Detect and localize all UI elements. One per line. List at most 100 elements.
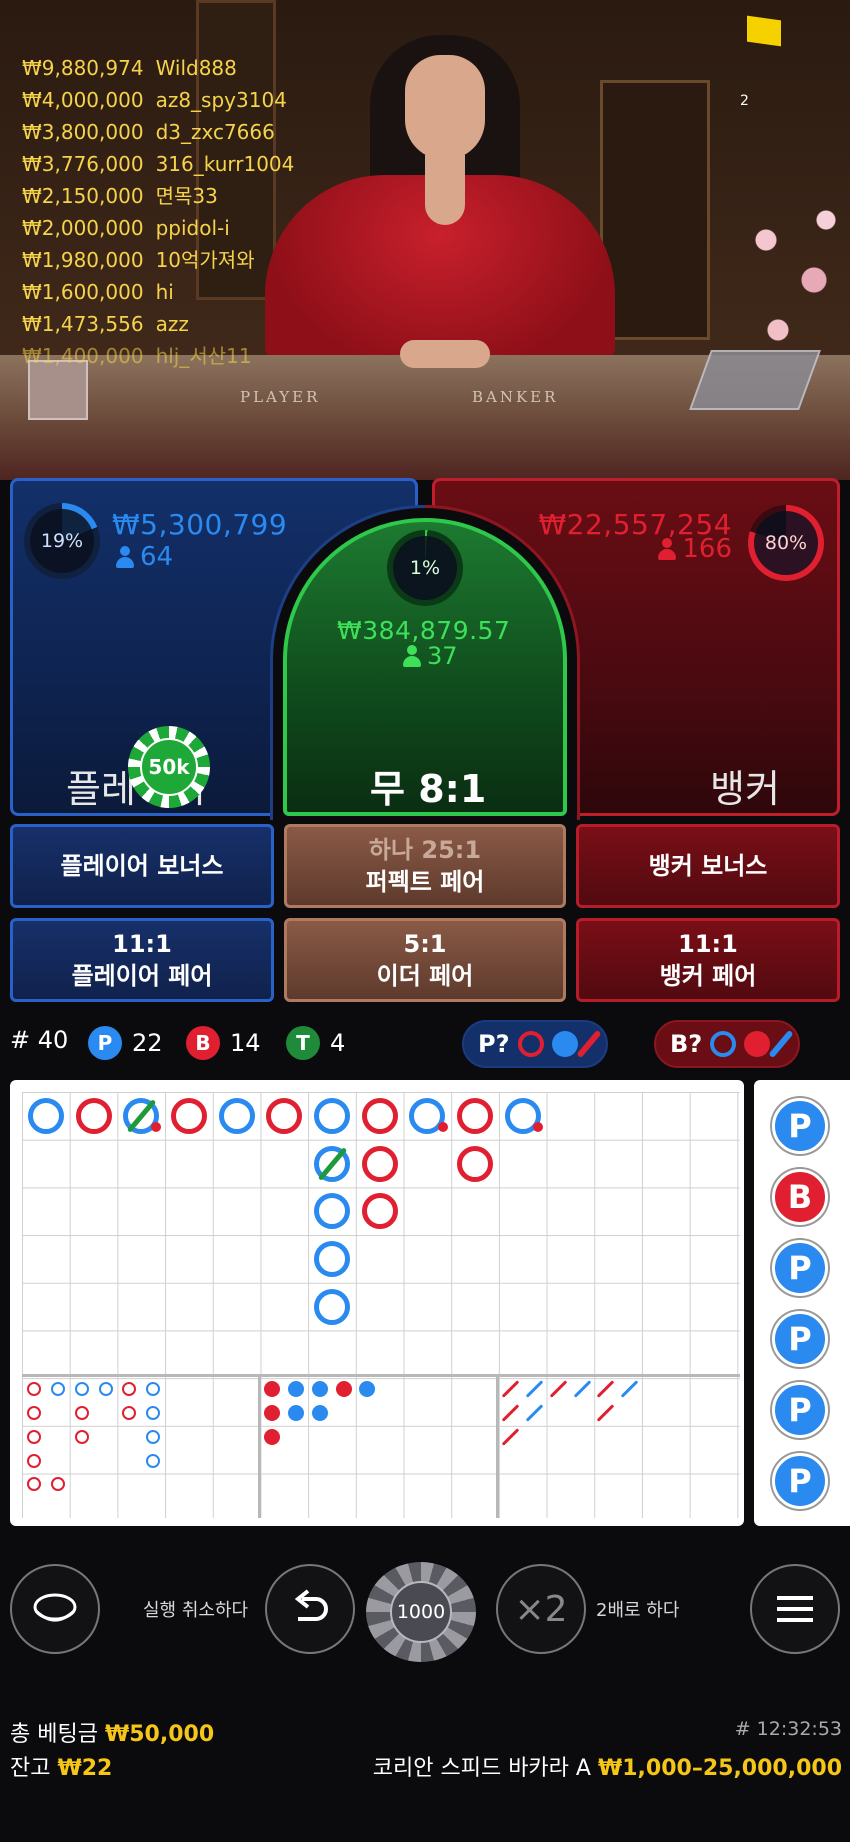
dealer-hands <box>400 340 490 368</box>
ticker-row: ₩1,980,000 10억가져와 <box>22 244 294 276</box>
bead-player: P <box>772 1382 828 1438</box>
big-eye-ring-icon <box>710 1031 737 1057</box>
player-pair-odds: 11:1 <box>112 930 172 958</box>
ticker-user: hlj_서산11 <box>155 344 252 368</box>
small-road-mark <box>287 1381 304 1397</box>
ticker-amount: ₩1,473,556 <box>22 312 144 336</box>
banker-bonus-button[interactable]: 뱅커 보너스 <box>576 824 840 908</box>
big-road-player <box>314 1240 350 1277</box>
player-pair-button[interactable]: 11:1 플레이어 페어 <box>10 918 274 1002</box>
table-info: 코리안 스피드 바카라 A ₩1,000–25,000,000 <box>373 1750 842 1782</box>
big-road-banker <box>170 1097 207 1134</box>
ticker-row: ₩1,400,000 hlj_서산11 <box>22 340 294 372</box>
card-shoe <box>689 350 821 410</box>
placed-chip[interactable]: 50k <box>128 726 210 808</box>
scoreboard-roadmap[interactable] <box>10 1080 744 1526</box>
either-pair-button[interactable]: 5:1 이더 페어 <box>284 918 566 1002</box>
ticker-user: hi <box>155 280 174 304</box>
table-label-player: PLAYER <box>240 388 321 406</box>
player-percent: 19% <box>40 530 84 552</box>
dealer-neck <box>425 155 465 225</box>
banker-percent-ring: 80% <box>748 505 824 581</box>
big-road-banker <box>457 1145 494 1182</box>
perfect-pair-button[interactable]: 하나 25:1 퍼펙트 페어 <box>284 824 566 908</box>
banker-bettors-count: 166 <box>682 534 732 564</box>
lobby-button[interactable] <box>10 1564 100 1654</box>
banker-predict-label: B? <box>670 1030 703 1058</box>
ticker-amount: ₩1,980,000 <box>22 248 144 272</box>
big-road-player <box>314 1193 350 1230</box>
banker-predict-button[interactable]: B? <box>654 1020 801 1068</box>
ticker-user: az8_spy3104 <box>155 88 287 112</box>
either-pair-odds: 5:1 <box>403 930 447 958</box>
ticker-amount: ₩3,776,000 <box>22 152 144 176</box>
big-road-player <box>314 1288 350 1325</box>
ticker-amount: ₩1,600,000 <box>22 280 144 304</box>
banker-pair-button[interactable]: 11:1 뱅커 페어 <box>576 918 840 1002</box>
player-percent-ring: 19% <box>24 503 100 579</box>
undo-button[interactable] <box>265 1564 355 1654</box>
tie-badge-icon: T <box>286 1026 320 1060</box>
big-eye-mark <box>146 1405 161 1420</box>
tie-percent: 1% <box>409 557 441 579</box>
table-name: 코리안 스피드 바카라 A <box>372 1756 591 1781</box>
big-eye-mark <box>146 1429 161 1444</box>
banker-label: 뱅커 <box>710 767 780 811</box>
banker-bonus-label: 뱅커 보너스 <box>648 852 768 880</box>
big-eye-mark <box>74 1405 89 1420</box>
chip-selector-value: 1000 <box>390 1581 452 1643</box>
ticker-user: azz <box>155 312 189 336</box>
viewer-count: 2 <box>740 93 749 109</box>
ticker-row: ₩4,000,000 az8_spy3104 <box>22 84 294 116</box>
ticker-user: 10억가져와 <box>155 248 255 272</box>
undo-icon <box>294 1589 328 1621</box>
big-eye-ring-icon <box>517 1031 544 1057</box>
banker-pair-label: 뱅커 페어 <box>659 962 757 990</box>
ticker-row: ₩1,600,000 hi <box>22 276 294 308</box>
small-road-mark <box>264 1428 280 1445</box>
small-road-mark <box>287 1404 304 1421</box>
ticker-amount: ₩2,000,000 <box>22 216 144 240</box>
player-bonus-button[interactable]: 플레이어 보너스 <box>10 824 274 908</box>
pair-dot <box>437 1122 448 1132</box>
ticker-row: ₩3,800,000 d3_zxc7666 <box>22 116 294 148</box>
ticker-row: ₩3,776,000 316_kurr1004 <box>22 148 294 180</box>
bead-player: P <box>772 1311 828 1367</box>
chip-selector[interactable]: 1000 <box>366 1562 476 1662</box>
bead-banker: B <box>772 1169 828 1225</box>
bead-player: P <box>772 1453 828 1509</box>
big-road-banker <box>266 1097 303 1134</box>
perfect-pair-odds: 하나 25:1 <box>368 836 482 864</box>
ticker-row: ₩9,880,974 Wild888 <box>22 52 294 84</box>
ticker-user: 316_kurr1004 <box>155 152 295 176</box>
small-road-mark <box>264 1404 280 1421</box>
total-bet-value: ₩50,000 <box>104 1722 215 1747</box>
tie-count-value: 4 <box>330 1029 346 1057</box>
balance-value: ₩22 <box>57 1756 113 1781</box>
big-road-banker <box>75 1097 112 1134</box>
total-bet-label: 총 베팅금 <box>10 1722 98 1747</box>
big-eye-mark <box>50 1382 65 1396</box>
balance: 잔고 ₩22 <box>10 1750 112 1782</box>
player-bettors: 64 <box>116 542 173 572</box>
double-button[interactable]: ×2 <box>496 1564 586 1654</box>
big-eye-mark <box>27 1405 41 1420</box>
person-icon <box>658 538 677 560</box>
total-bet: 총 베팅금 ₩50,000 <box>10 1716 214 1748</box>
menu-button[interactable] <box>750 1564 840 1654</box>
player-badge-icon: P <box>88 1026 122 1060</box>
dealer-face <box>405 55 485 160</box>
lobby-table-icon <box>33 1593 77 1622</box>
small-road-dot-icon <box>551 1031 578 1057</box>
either-pair-label: 이더 페어 <box>376 962 474 990</box>
person-icon <box>116 546 134 568</box>
big-road-player <box>314 1097 350 1134</box>
roadmap-divider <box>22 1374 740 1377</box>
big-road-player <box>218 1097 255 1134</box>
ticker-amount: ₩4,000,000 <box>22 88 144 112</box>
player-predict-button[interactable]: P? <box>462 1020 608 1068</box>
big-eye-mark <box>27 1429 41 1444</box>
bead-player: P <box>772 1098 828 1154</box>
table-limits: ₩1,000–25,000,000 <box>597 1756 842 1781</box>
tie-count: T4 <box>286 1026 345 1060</box>
